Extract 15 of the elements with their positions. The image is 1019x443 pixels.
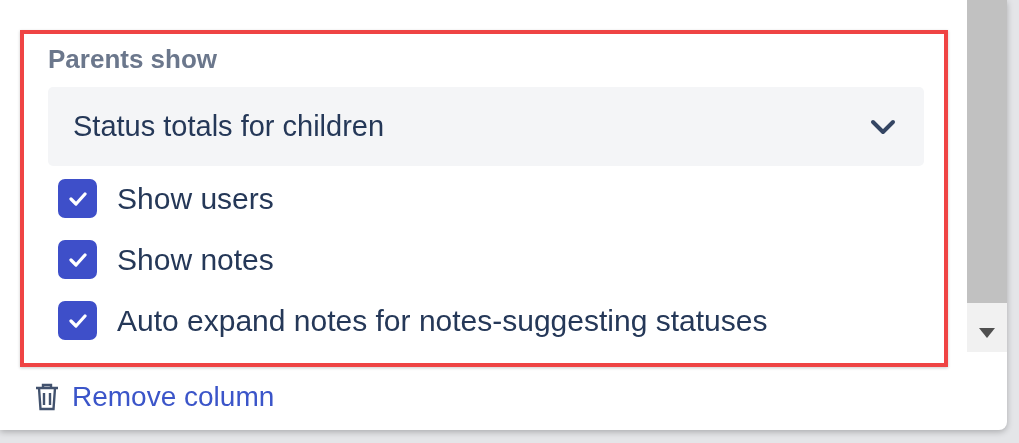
- check-icon: [68, 252, 87, 267]
- checkbox-label: Show users: [117, 180, 274, 217]
- checkbox[interactable]: [58, 179, 97, 218]
- checkbox-label: Show notes: [117, 241, 274, 278]
- chevron-down-icon: [870, 118, 896, 135]
- scroll-down-icon[interactable]: [979, 328, 995, 338]
- field-label: Parents show: [48, 43, 219, 75]
- check-icon: [68, 313, 87, 328]
- checkbox[interactable]: [58, 301, 97, 340]
- checkbox[interactable]: [58, 240, 97, 279]
- status-select[interactable]: Status totals for children: [48, 87, 924, 166]
- remove-column-link[interactable]: Remove column: [72, 381, 275, 413]
- trash-icon: [34, 382, 60, 412]
- check-icon: [68, 191, 87, 206]
- checkbox-label: Auto expand notes for notes-suggesting statuses: [117, 302, 768, 339]
